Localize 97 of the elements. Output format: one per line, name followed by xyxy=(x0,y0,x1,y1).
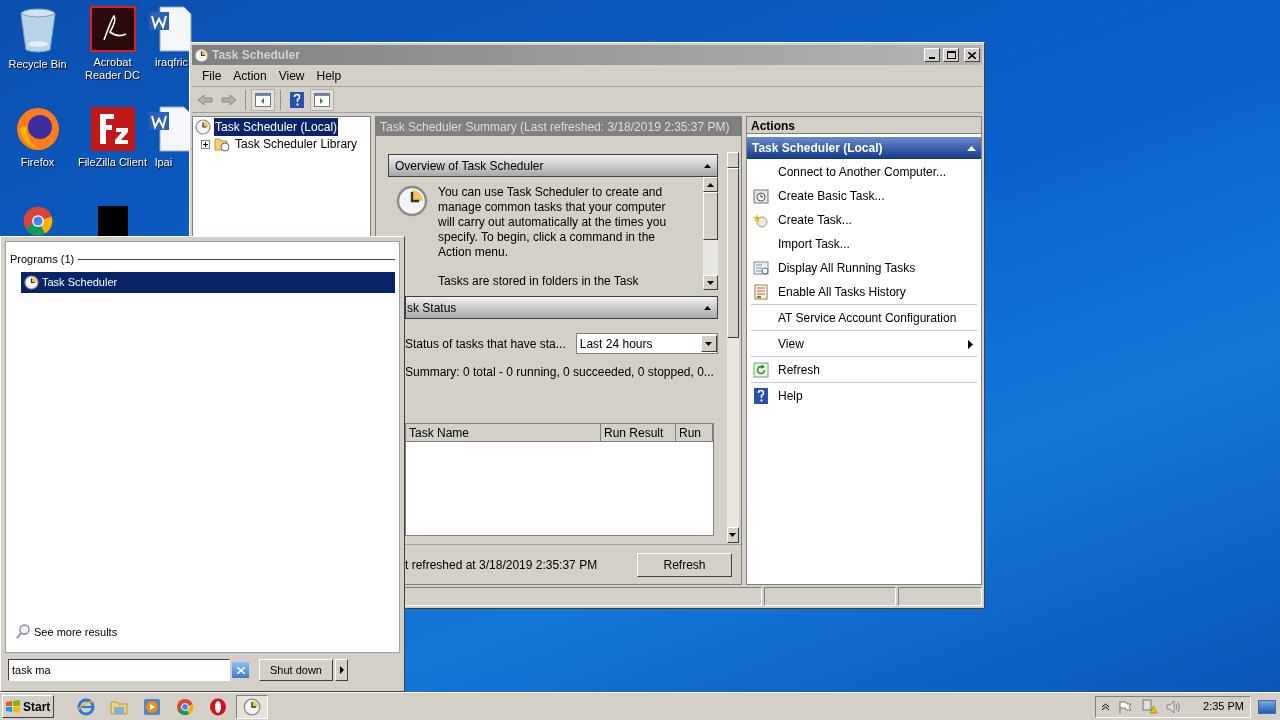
clock-icon xyxy=(24,274,39,290)
clock-time[interactable]: 2:35 PM xyxy=(1203,698,1244,715)
desktop-icon-label: FileZilla Client xyxy=(76,156,149,169)
command-item[interactable]: Create Task... xyxy=(751,208,977,232)
internet-explorer-icon xyxy=(77,697,95,716)
clear-icon xyxy=(236,666,245,674)
menu-item[interactable]: File xyxy=(196,66,228,85)
taskbar-app-button[interactable] xyxy=(236,694,268,719)
overview-paragraph: Tasks are stored in folders in the Task xyxy=(438,274,640,289)
scroll-down-icon xyxy=(706,280,714,285)
shut-down-button[interactable]: Shut down xyxy=(259,659,333,681)
section-title: Overview of Task Scheduler xyxy=(395,157,544,175)
scroll-up-button[interactable] xyxy=(726,152,739,168)
minimize-button[interactable] xyxy=(924,48,940,62)
filter-label: Status of tasks that have sta... xyxy=(405,335,566,353)
command-item[interactable]: Refresh xyxy=(751,358,977,382)
firefox-icon[interactable] xyxy=(14,106,61,152)
desktop-icon-label: iraqfric xyxy=(155,56,188,69)
collapse-icon[interactable] xyxy=(703,305,711,310)
window-title: Task Scheduler xyxy=(212,47,301,64)
clear-search-button[interactable] xyxy=(232,662,249,678)
search-result[interactable]: Task Scheduler xyxy=(21,271,395,293)
clock-icon xyxy=(396,185,428,217)
desktop-icon-label: Firefox xyxy=(19,156,56,169)
tree-item[interactable]: Task Scheduler (Local) xyxy=(214,118,339,136)
see-more-results-link[interactable]: See more results xyxy=(16,623,395,640)
media-player-icon xyxy=(143,697,161,716)
help-icon xyxy=(754,388,768,404)
scrollbar[interactable] xyxy=(702,177,718,290)
close-icon xyxy=(968,51,976,59)
results-heading: Programs (1) xyxy=(10,252,75,267)
shut-down-options-button[interactable] xyxy=(335,659,348,681)
search-field[interactable]: task ma xyxy=(8,659,230,681)
desktop-icon-label: Recycle Bin xyxy=(7,58,68,71)
show-console-tree-button[interactable] xyxy=(251,88,275,111)
show-desktop-button[interactable] xyxy=(1258,699,1276,714)
arrow-right-icon xyxy=(339,666,344,674)
filezilla-icon[interactable] xyxy=(89,106,136,152)
desktop-icon-label: Acrobat Reader DC xyxy=(84,56,141,82)
word-document-icon[interactable] xyxy=(148,6,192,52)
overview-paragraph: You can use Task Scheduler to create and manage common tasks that your computer will carry out automatically at the times you specify. To begin, click a command in the Action menu. xyxy=(438,185,668,260)
actions-group-header[interactable]: Task Scheduler (Local) xyxy=(747,137,981,159)
scroll-thumb[interactable] xyxy=(702,192,718,240)
collapse-icon xyxy=(967,145,976,151)
column-header[interactable]: Task Name xyxy=(406,424,601,441)
show-action-pane-button[interactable] xyxy=(310,88,334,111)
chevron-up-icon[interactable] xyxy=(1102,702,1110,711)
windows-logo-icon xyxy=(5,699,21,714)
word-document-icon[interactable] xyxy=(148,106,192,152)
column-header[interactable]: Run Result xyxy=(601,424,676,441)
status-summary: Summary: 0 total - 0 running, 0 succeeded, 0 stopped, 0... xyxy=(405,364,715,381)
scrollbar[interactable] xyxy=(726,152,739,543)
clock-icon xyxy=(243,697,261,716)
command-item[interactable]: Enable All Tasks History xyxy=(751,280,977,304)
summary-header: Task Scheduler Summary (Last refreshed: 3/18/2019 2:35:37 PM) xyxy=(376,117,741,136)
task-list-icon xyxy=(753,260,769,276)
scroll-thumb[interactable] xyxy=(726,168,739,338)
time-range-dropdown[interactable]: Last 24 hours xyxy=(575,333,718,354)
history-list-icon xyxy=(753,284,769,300)
command-item[interactable]: Connect to Another Computer... xyxy=(751,160,977,184)
start-button[interactable]: Start xyxy=(2,695,54,718)
close-button[interactable] xyxy=(964,48,980,62)
section-title: sk Status xyxy=(407,299,457,317)
command-item[interactable]: Import Task... xyxy=(751,232,977,256)
clock-icon xyxy=(195,119,211,135)
recycle-bin-icon[interactable] xyxy=(17,6,58,54)
chrome-icon xyxy=(176,697,194,716)
calendar-clock-icon xyxy=(753,188,769,204)
tree-item[interactable]: Task Scheduler Library xyxy=(234,135,359,153)
command-item[interactable]: Help xyxy=(751,384,977,408)
search-icon xyxy=(16,624,30,640)
scroll-down-icon xyxy=(729,533,737,537)
desktop-icon-label: lpai xyxy=(155,156,173,169)
actions-title: Actions xyxy=(747,117,981,134)
refresh-button[interactable]: Refresh xyxy=(637,552,732,577)
scroll-up-icon xyxy=(706,182,714,187)
command-item[interactable]: Create Basic Task... xyxy=(751,184,977,208)
opera-icon xyxy=(209,697,227,716)
clock-icon xyxy=(194,47,209,63)
collapse-icon[interactable] xyxy=(703,163,711,168)
menu-item[interactable]: Action xyxy=(227,66,273,85)
folder-clock-icon xyxy=(214,136,230,152)
last-refreshed-text: t refreshed at 3/18/2019 2:35:37 PM xyxy=(405,556,598,574)
menu-item[interactable]: View xyxy=(272,66,311,85)
speaker-icon[interactable] xyxy=(1166,699,1183,714)
refresh-icon xyxy=(753,362,769,378)
maximize-button[interactable] xyxy=(943,48,959,62)
command-item[interactable]: AT Service Account Configuration xyxy=(751,306,977,330)
submenu-arrow-icon xyxy=(968,339,973,349)
command-item[interactable]: View xyxy=(751,332,977,356)
expand-icon[interactable] xyxy=(201,139,210,149)
clock-star-icon xyxy=(753,212,769,228)
column-header[interactable]: Run xyxy=(676,424,713,441)
acrobat-icon[interactable] xyxy=(89,6,136,52)
menu-item[interactable]: Help xyxy=(310,66,348,85)
flag-icon[interactable] xyxy=(1118,699,1133,714)
command-item[interactable]: Display All Running Tasks xyxy=(751,256,977,280)
